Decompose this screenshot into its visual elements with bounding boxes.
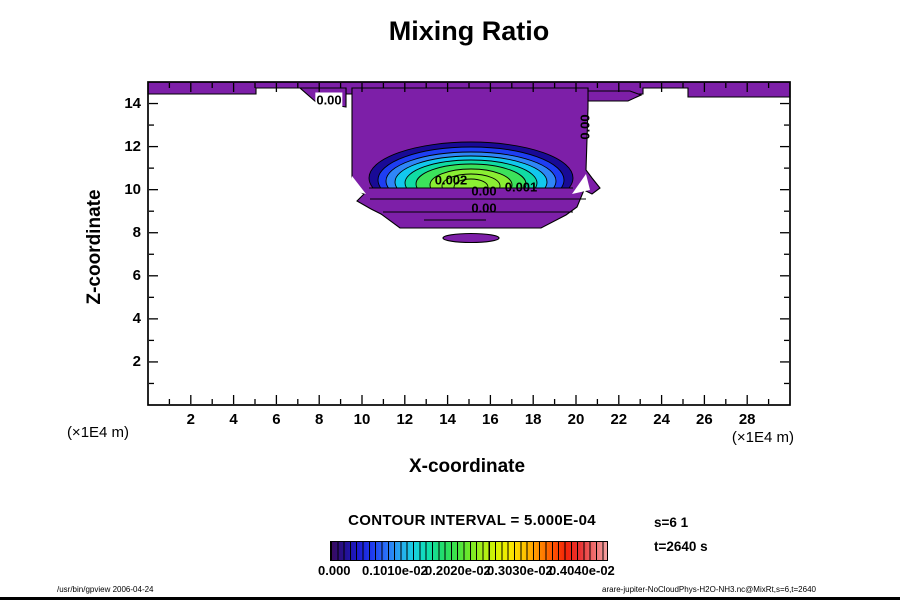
footer-command-text: /usr/bin/gpview 2006-04-24 bbox=[57, 585, 154, 594]
contour-label-band-right: 0.00 bbox=[578, 114, 593, 139]
contour-interval-text: CONTOUR INTERVAL = 5.000E-04 bbox=[348, 512, 596, 529]
x-tick-label: 4 bbox=[229, 411, 237, 428]
contour-label-mid: 0.00 bbox=[471, 184, 496, 199]
legend-s-value: s=6 1 bbox=[654, 515, 688, 530]
x-axis-unit-label: (×1E4 m) bbox=[706, 429, 794, 446]
y-axis-title: Z-coordinate bbox=[84, 189, 106, 304]
x-tick-label: 8 bbox=[315, 411, 323, 428]
x-tick-label: 20 bbox=[568, 411, 585, 428]
x-tick-label: 6 bbox=[272, 411, 280, 428]
x-tick-label: 28 bbox=[739, 411, 756, 428]
y-tick-label: 2 bbox=[105, 353, 141, 370]
band-protrusion bbox=[588, 91, 641, 101]
x-tick-label: 12 bbox=[396, 411, 413, 428]
contour-label-band-top: 0.00 bbox=[315, 93, 342, 108]
x-tick-label: 16 bbox=[482, 411, 499, 428]
colorbar-label: 0.1010e-02 bbox=[362, 563, 428, 578]
legend-t-value: t=2640 s bbox=[654, 539, 708, 554]
x-tick-label: 10 bbox=[354, 411, 371, 428]
x-axis-title: X-coordinate bbox=[409, 456, 525, 478]
y-tick-label: 6 bbox=[105, 267, 141, 284]
contour-label-low: 0.00 bbox=[471, 201, 496, 216]
x-tick-label: 22 bbox=[610, 411, 627, 428]
colorbar-label: 0.000 bbox=[318, 563, 351, 578]
x-tick-label: 26 bbox=[696, 411, 713, 428]
y-axis-unit-label: (×1E4 m) bbox=[52, 424, 144, 441]
colorbar-label: 0.2020e-02 bbox=[425, 563, 491, 578]
gpview-window: Mixing Ratio bbox=[0, 0, 900, 600]
footer-file-text: arare-jupiter-NoCloudPhys-H2O-NH3.nc@Mix… bbox=[602, 585, 848, 594]
small-spot bbox=[443, 234, 499, 243]
colorbar-label: 0.3030e-02 bbox=[487, 563, 553, 578]
colorbar-cell-separators bbox=[331, 542, 607, 560]
filled-contour-shapes bbox=[148, 82, 790, 243]
y-tick-label: 12 bbox=[105, 138, 141, 155]
y-tick-label: 4 bbox=[105, 310, 141, 327]
contour-label-0002: 0.002 bbox=[435, 173, 468, 188]
contour-plot bbox=[0, 0, 900, 600]
footer-rule bbox=[0, 597, 900, 600]
colorbar bbox=[330, 541, 608, 561]
x-tick-label: 2 bbox=[187, 411, 195, 428]
x-tick-label: 24 bbox=[653, 411, 670, 428]
colorbar-label: 0.4040e-02 bbox=[549, 563, 615, 578]
y-tick-label: 8 bbox=[105, 224, 141, 241]
x-tick-label: 14 bbox=[439, 411, 456, 428]
y-tick-label: 10 bbox=[105, 181, 141, 198]
contour-label-0001: 0.001 bbox=[505, 180, 538, 195]
y-tick-label: 14 bbox=[105, 95, 141, 112]
x-tick-label: 18 bbox=[525, 411, 542, 428]
